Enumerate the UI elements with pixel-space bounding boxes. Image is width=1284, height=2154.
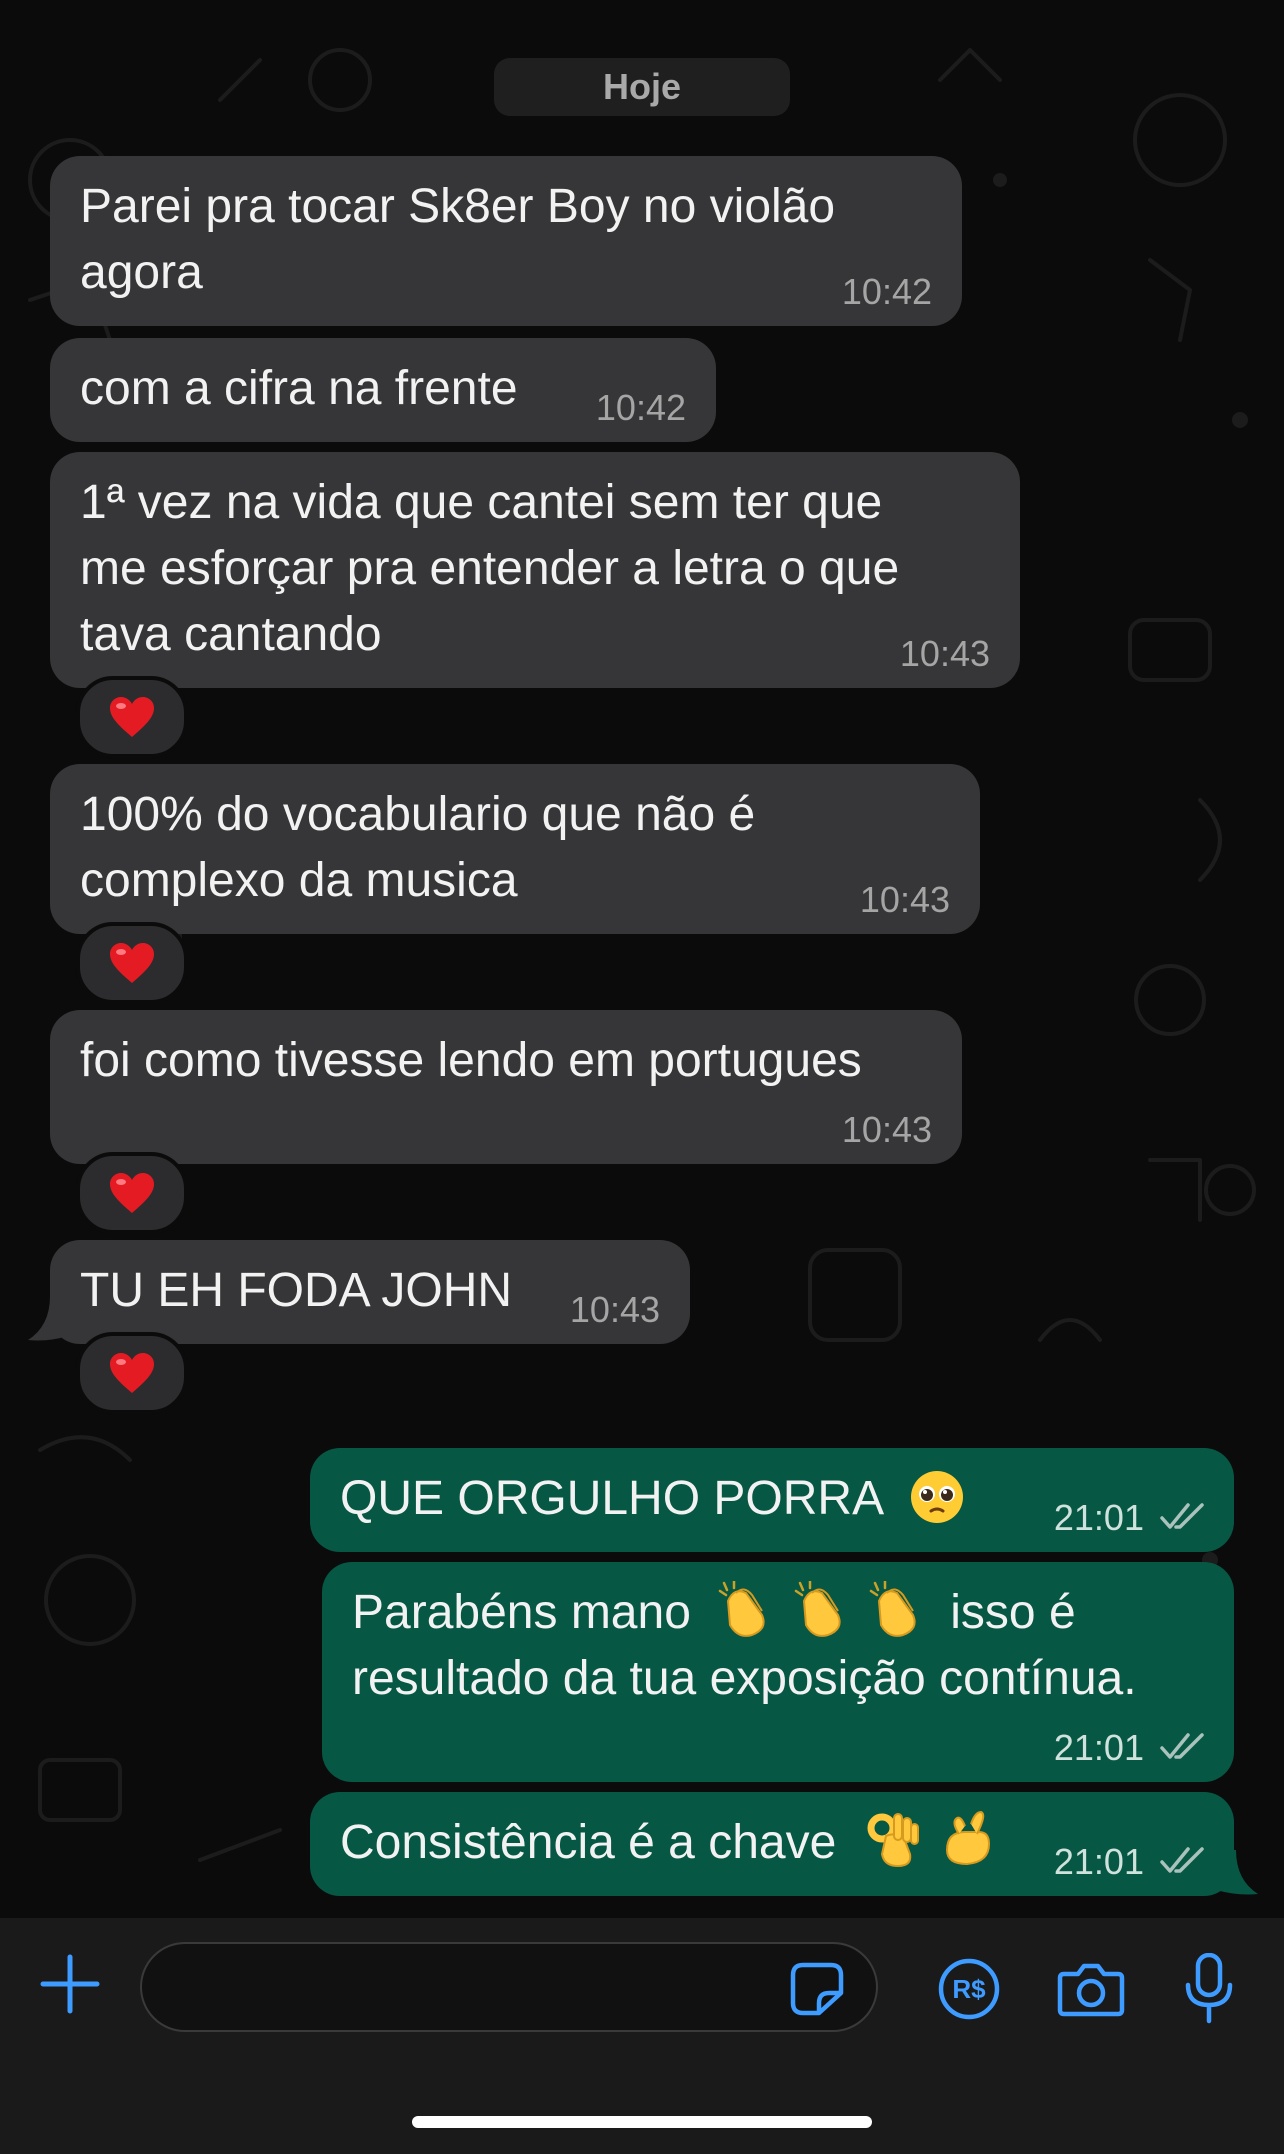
- message-time: 10:43: [569, 1289, 660, 1330]
- red-heart-icon: [110, 1353, 154, 1393]
- microphone-icon: [1185, 1953, 1233, 2024]
- message-bubble-incoming[interactable]: com a cifra na frente 10:42: [50, 338, 716, 442]
- voice-message-button[interactable]: [1174, 1946, 1244, 2032]
- message-time: 21:01: [1054, 1498, 1206, 1538]
- read-receipt-icon: [1160, 1847, 1204, 1873]
- message-time: 21:01: [1054, 1728, 1206, 1768]
- message-text: 1ª vez na vida que cantei sem ter que me…: [80, 476, 900, 661]
- reaction-badge[interactable]: [76, 676, 188, 758]
- message-time-text: 21:01: [1053, 1841, 1144, 1882]
- clapping-hands-icon: [718, 1581, 765, 1638]
- date-separator: Hoje: [494, 58, 790, 116]
- message-time: 10:43: [859, 879, 950, 920]
- message-time: 10:43: [841, 1109, 932, 1150]
- camera-button[interactable]: [1050, 1950, 1132, 2028]
- attach-button[interactable]: [32, 1946, 108, 2022]
- message-input[interactable]: [140, 1942, 878, 2032]
- message-bubble-incoming[interactable]: TU EH FODA JOHN 10:43: [50, 1240, 690, 1344]
- message-text: Parei pra tocar Sk8er Boy no violão agor…: [80, 180, 836, 299]
- message-text: 100% do vocabulario que não é complexo d…: [80, 788, 756, 907]
- message-bubble-outgoing[interactable]: Parabéns mano isso é resultado da tua ex…: [322, 1562, 1234, 1782]
- message-text-part: QUE ORGULHO PORRA: [340, 1472, 882, 1525]
- message-bubble-incoming[interactable]: Parei pra tocar Sk8er Boy no violão agor…: [50, 156, 962, 326]
- sticker-button[interactable]: [782, 1954, 852, 2024]
- reaction-badge[interactable]: [76, 922, 188, 1004]
- message-bubble-incoming[interactable]: 100% do vocabulario que não é complexo d…: [50, 764, 980, 934]
- red-heart-icon: [110, 1173, 154, 1213]
- pleading-face-icon: [910, 1471, 963, 1524]
- message-time-text: 21:01: [1053, 1497, 1144, 1538]
- clapping-hands-icon: [794, 1581, 841, 1638]
- read-receipt-icon: [1160, 1503, 1204, 1529]
- message-bubble-outgoing[interactable]: Consistência é a chave 21:01: [310, 1792, 1234, 1896]
- reaction-badge[interactable]: [76, 1152, 188, 1234]
- message-text: foi como tivesse lendo em portugues: [80, 1034, 862, 1087]
- message-time: 10:42: [595, 387, 686, 428]
- reaction-badge[interactable]: [76, 1332, 188, 1414]
- message-composer: R$: [0, 1918, 1284, 2154]
- message-bubble-incoming[interactable]: 1ª vez na vida que cantei sem ter que me…: [50, 452, 1020, 688]
- payment-label: R$: [952, 1973, 986, 2004]
- message-bubble-outgoing[interactable]: QUE ORGULHO PORRA 21:01: [310, 1448, 1234, 1552]
- message-text-part: Consistência é a chave: [340, 1816, 837, 1869]
- red-heart-icon: [110, 943, 154, 983]
- message-time: 21:01: [1054, 1842, 1206, 1882]
- red-heart-icon: [110, 697, 154, 737]
- pinching-hand-icon: [945, 1811, 990, 1866]
- plus-icon: [40, 1954, 100, 2014]
- message-time: 10:43: [899, 633, 990, 674]
- message-text-line2: resultado da tua exposição contínua.: [352, 1652, 1137, 1705]
- message-text-part: isso é: [950, 1586, 1076, 1639]
- message-time-text: 21:01: [1053, 1727, 1144, 1768]
- camera-icon: [1057, 1963, 1125, 2017]
- message-bubble-incoming[interactable]: foi como tivesse lendo em portugues 10:4…: [50, 1010, 962, 1164]
- message-text-part: Parabéns mano: [352, 1586, 691, 1639]
- clapping-hands-icon: [869, 1581, 916, 1638]
- home-indicator[interactable]: [412, 2116, 872, 2128]
- read-receipt-icon: [1160, 1733, 1204, 1759]
- ok-hand-icon: [867, 1813, 919, 1868]
- message-time: 10:42: [841, 271, 932, 312]
- message-text: Parabéns mano isso é: [352, 1580, 1204, 1646]
- sticker-icon: [790, 1962, 844, 2016]
- payment-button[interactable]: R$: [930, 1950, 1008, 2028]
